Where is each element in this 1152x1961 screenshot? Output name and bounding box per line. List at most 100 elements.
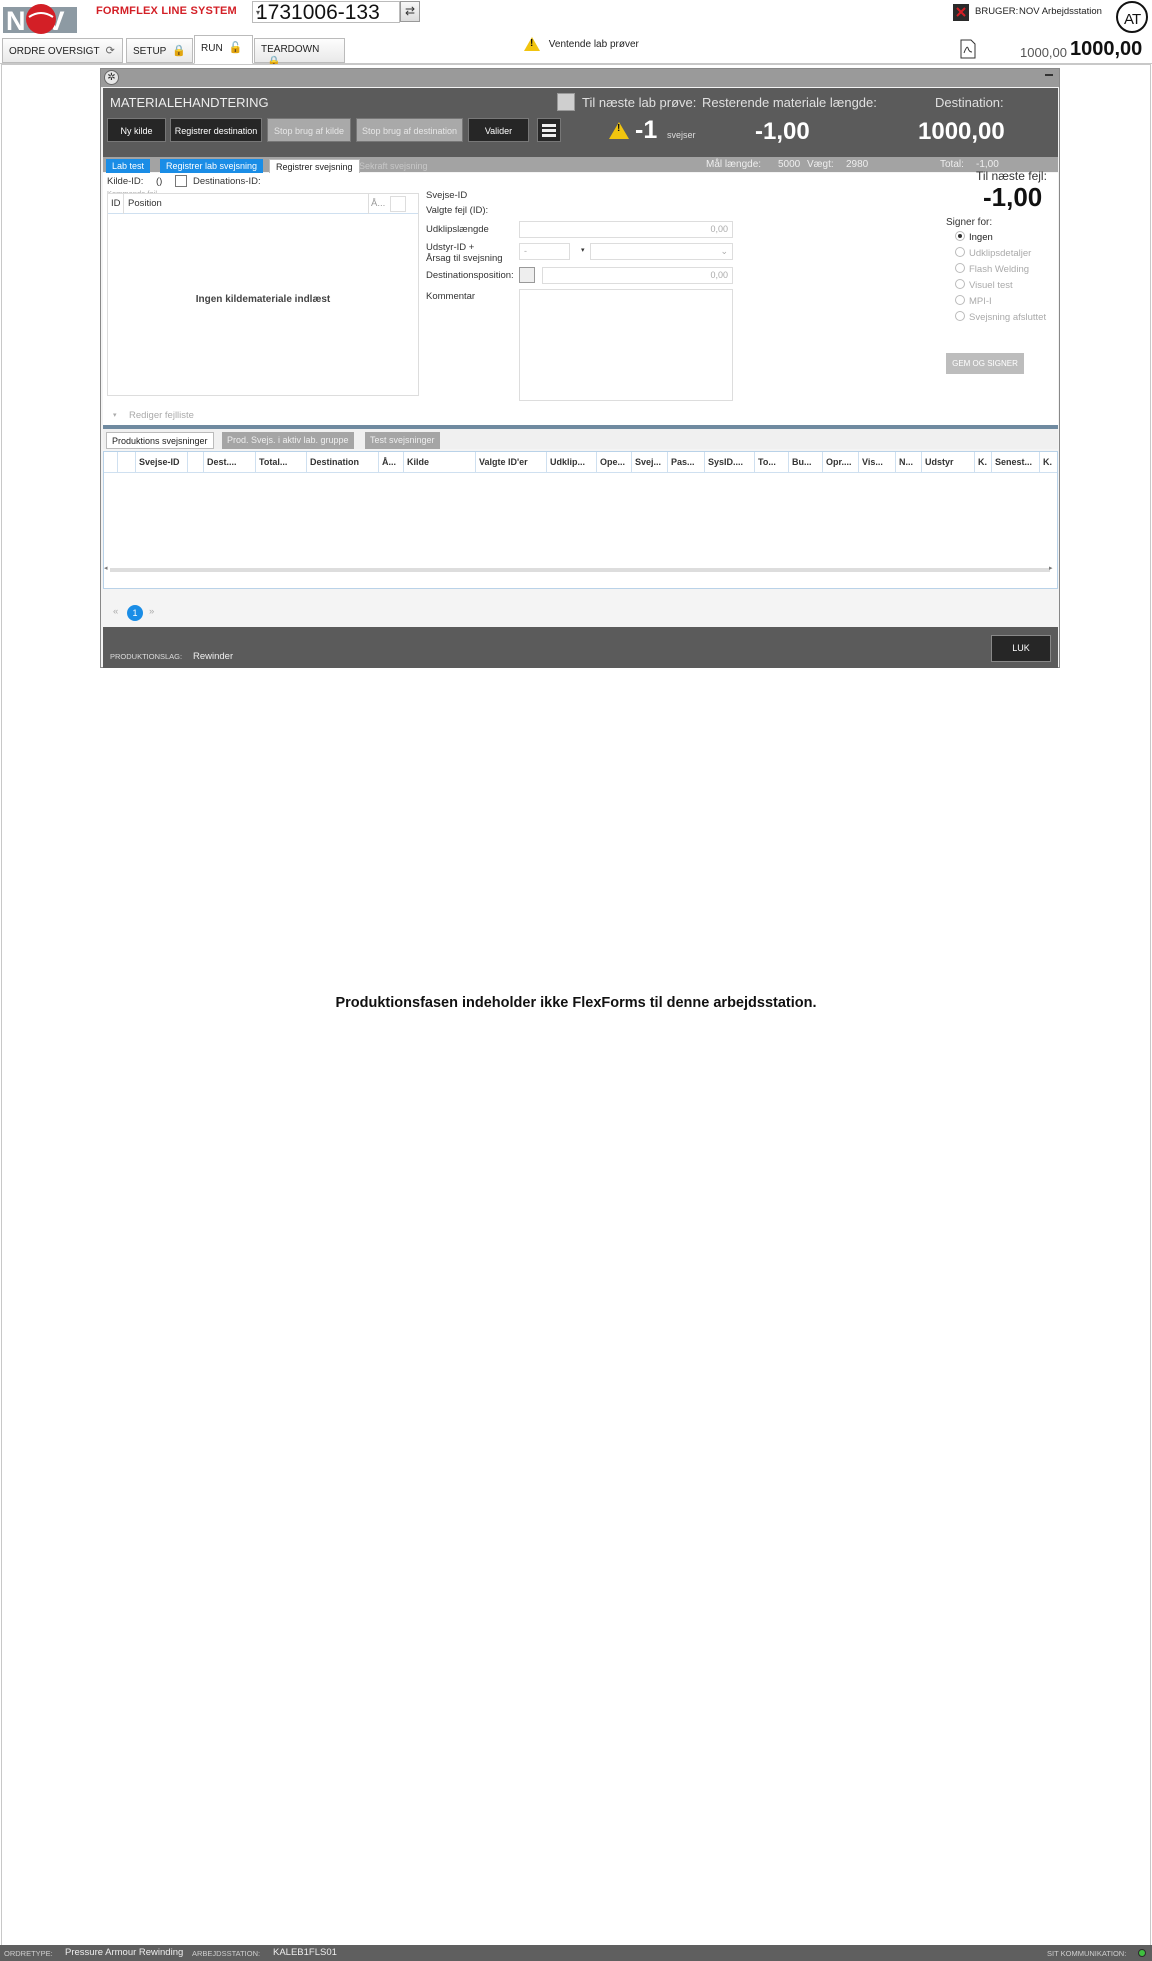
tab-label: TEARDOWN	[261, 44, 320, 55]
pending-lab-warning[interactable]: Ventende lab prøver	[524, 37, 639, 51]
refresh-order-button[interactable]: ⇄	[400, 1, 420, 22]
dialog-footer: PRODUKTIONSLAG: Rewinder LUK	[103, 627, 1058, 668]
col-position[interactable]: Position	[128, 198, 162, 209]
col-header[interactable]: Dest....	[204, 452, 256, 473]
edit-error-list-link[interactable]: Rediger fejlliste	[129, 410, 194, 421]
scroll-right-icon[interactable]: ▸	[1049, 564, 1053, 572]
weld-reason-select[interactable]: ⌄	[590, 243, 733, 260]
gear-icon[interactable]: ✲	[104, 70, 119, 85]
destination-position-input[interactable]: 0,00	[542, 267, 733, 284]
new-source-button[interactable]: Ny kilde	[107, 118, 166, 142]
chevron-down-icon[interactable]: ▾	[581, 246, 585, 254]
radio-mpi-i[interactable]: MPI-I	[955, 295, 992, 307]
tab-production-welds[interactable]: Produktions svejsninger	[106, 432, 214, 449]
chevron-down-icon: ▾	[256, 8, 261, 17]
order-number-select[interactable]: 1731006-133 ▾	[252, 1, 400, 24]
stop-source-button[interactable]: Stop brug af kilde	[267, 118, 351, 142]
destination-value: 1000,00	[918, 118, 1005, 145]
cut-length-input[interactable]: 0,00	[519, 221, 733, 238]
radio-udklipsdetaljer[interactable]: Udklipsdetaljer	[955, 247, 1031, 259]
chevron-down-icon[interactable]: ▾	[113, 411, 117, 419]
col-header[interactable]: Udstyr	[922, 452, 975, 473]
comment-textarea[interactable]	[519, 289, 733, 401]
weld-tabs-bar: Produktions svejsninger Prod. Svejs. i a…	[103, 429, 1058, 449]
status-bar: ORDRETYPE: Pressure Armour Rewinding ARB…	[0, 1945, 1152, 1961]
prev-page-icon[interactable]: «	[113, 606, 118, 617]
radio-svejsning-afsluttet[interactable]: Svejsning afsluttet	[955, 311, 1046, 323]
tab-active-lab-group[interactable]: Prod. Svejs. i aktiv lab. gruppe	[222, 432, 354, 449]
radio-ingen[interactable]: Ingen	[955, 231, 993, 243]
tab-setup[interactable]: SETUP 🔒	[126, 38, 193, 63]
col-select[interactable]	[118, 452, 136, 473]
equipment-id-input[interactable]: -	[519, 243, 570, 260]
col-header[interactable]: Ope...	[597, 452, 632, 473]
radio-visuel-test[interactable]: Visuel test	[955, 279, 1013, 291]
radio-label: MPI-I	[969, 296, 992, 307]
user-name: NOV Arbejdsstation	[1019, 6, 1102, 17]
tab-ordre-oversigt[interactable]: ORDRE OVERSIGT ⟳	[2, 38, 123, 63]
col-header[interactable]: Svej...	[632, 452, 668, 473]
col-header[interactable]	[188, 452, 204, 473]
order-type-value: Pressure Armour Rewinding	[65, 1947, 184, 1958]
flask-icon	[557, 93, 575, 111]
col-header[interactable]: K.	[1040, 452, 1057, 473]
nov-logo: NOV	[3, 4, 77, 35]
col-id[interactable]: ID	[111, 198, 121, 209]
col-header[interactable]: SysID....	[705, 452, 755, 473]
copy-icon[interactable]	[519, 267, 535, 283]
next-page-icon[interactable]: »	[149, 606, 154, 617]
comment-label: Kommentar	[426, 291, 476, 302]
save-and-sign-button[interactable]: GEM OG SIGNER	[946, 353, 1024, 374]
destination-label: Destination:	[935, 95, 1004, 110]
total-label: Total:	[940, 159, 964, 170]
radio-flash-welding[interactable]: Flash Welding	[955, 263, 1029, 275]
selected-errors-label: Valgte fejl (ID):	[426, 205, 489, 216]
col-header[interactable]: Svejse-ID	[136, 452, 188, 473]
close-button[interactable]: LUK	[991, 635, 1051, 662]
status-indicator-icon	[1138, 1949, 1146, 1957]
menu-icon[interactable]	[537, 118, 561, 142]
col-header[interactable]: Opr....	[823, 452, 859, 473]
col-header[interactable]: Senest...	[992, 452, 1040, 473]
col-header[interactable]: Destination	[307, 452, 379, 473]
weight-label: Vægt:	[807, 159, 834, 170]
col-expand[interactable]	[104, 452, 118, 473]
target-length-value: 5000	[778, 159, 801, 170]
radio-label: Ingen	[969, 232, 993, 243]
col-header[interactable]: Vis...	[859, 452, 896, 473]
radio-label: Visuel test	[969, 280, 1013, 291]
stop-destination-button[interactable]: Stop brug af destination	[356, 118, 463, 142]
source-grid: ID Position Å... Ingen kildemateriale in…	[107, 193, 419, 396]
list-icon[interactable]	[175, 175, 187, 187]
col-header[interactable]: Kilde	[404, 452, 476, 473]
minimize-icon[interactable]	[1045, 74, 1053, 76]
col-header[interactable]: Bu...	[789, 452, 823, 473]
col-header[interactable]: N...	[896, 452, 922, 473]
scroll-left-icon[interactable]: ◂	[104, 564, 108, 572]
col-header[interactable]: Pas...	[668, 452, 705, 473]
tab-run[interactable]: RUN 🔓	[194, 35, 253, 64]
grid-checkbox[interactable]	[390, 196, 406, 212]
pdf-icon[interactable]	[959, 39, 977, 59]
col-header[interactable]: K.	[975, 452, 992, 473]
col-header[interactable]: To...	[755, 452, 789, 473]
register-destination-button[interactable]: Registrer destination	[170, 118, 262, 142]
tab-teardown[interactable]: TEARDOWN🔒	[254, 38, 345, 68]
tab-label: RUN	[201, 43, 223, 54]
col-header[interactable]: Udklip...	[547, 452, 597, 473]
page-number[interactable]: 1	[127, 605, 143, 621]
validate-button[interactable]: Valider	[468, 118, 529, 142]
next-error-value: -1,00	[983, 182, 1043, 212]
col-aa[interactable]: Å...	[371, 198, 385, 209]
col-header[interactable]: Valgte ID'er	[476, 452, 547, 473]
user-avatar[interactable]: A T	[1115, 0, 1149, 34]
dialog-titlebar: ✲	[101, 69, 1059, 87]
weld-id-label: Svejse-ID	[426, 190, 468, 201]
material-handling-dialog: ✲ MATERIALEHANDTERING Til næste lab prøv…	[100, 68, 1060, 668]
source-id-value: ()	[156, 176, 163, 187]
horizontal-scrollbar[interactable]	[110, 568, 1050, 572]
register-weld-form: Kilde-ID: () Destinations-ID: Kommende f…	[103, 169, 1058, 425]
col-header[interactable]: Å...	[379, 452, 404, 473]
col-header[interactable]: Total...	[256, 452, 307, 473]
tab-test-welds[interactable]: Test svejsninger	[365, 432, 440, 449]
